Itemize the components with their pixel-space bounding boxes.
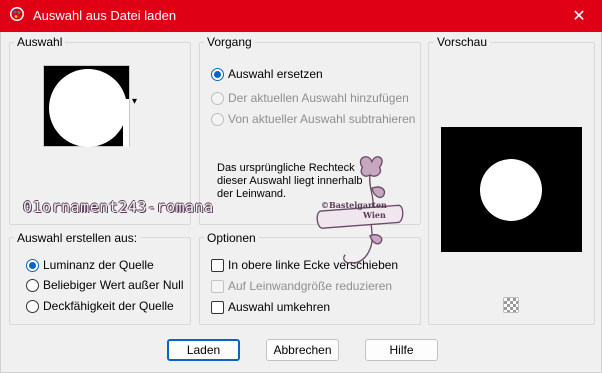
preview-canvas (441, 127, 582, 252)
chevron-down-icon[interactable]: ▾ (132, 96, 137, 107)
checkbox-box (211, 300, 224, 314)
radio-dot (211, 67, 224, 81)
stamp-text-line2: Wien (363, 210, 386, 220)
radio-auswahl-hinzufuegen[interactable]: Der aktuellen Auswahl hinzufügen (211, 91, 409, 105)
check-auswahl-umkehren[interactable]: Auswahl umkehren (211, 300, 330, 314)
radio-dot (211, 112, 224, 126)
radio-dot (26, 278, 39, 292)
radio-label: Von aktueller Auswahl subtrahieren (228, 112, 416, 126)
radio-auswahl-subtrahieren[interactable]: Von aktueller Auswahl subtrahieren (211, 112, 415, 126)
stamp-text-line1: ©Bastelgarten (321, 200, 387, 210)
radio-luminanz[interactable]: Luminanz der Quelle (26, 258, 154, 272)
close-button[interactable]: ✕ (556, 0, 602, 32)
radio-dot (211, 91, 224, 105)
hilfe-button[interactable]: Hilfe (365, 339, 438, 361)
checkbox-label: Auf Leinwandgröße reduzieren (228, 279, 393, 293)
abbrechen-button[interactable]: Abbrechen (266, 339, 339, 361)
thumbnail-white-circle (49, 69, 127, 147)
selection-thumbnail[interactable] (43, 65, 130, 147)
checkbox-label: Auswahl umkehren (228, 300, 331, 314)
check-leinwandgroesse[interactable]: Auf Leinwandgröße reduzieren (211, 279, 392, 293)
auswahl-legend: Auswahl (14, 35, 66, 49)
preview-white-circle (480, 159, 542, 221)
radio-dot (26, 258, 39, 272)
radio-auswahl-ersetzen[interactable]: Auswahl ersetzen (211, 67, 323, 81)
radio-dot (26, 299, 39, 313)
radio-label: Auswahl ersetzen (228, 67, 323, 81)
vorgang-legend: Vorgang (204, 35, 255, 49)
radio-beliebiger-wert[interactable]: Beliebiger Wert außer Null (26, 278, 184, 292)
radio-deckfaehigkeit[interactable]: Deckfähigkeit der Quelle (26, 299, 174, 313)
window-title: Auswahl aus Datei laden (33, 8, 177, 23)
dialog-body: Auswahl ▾ Vorgang Auswahl ersetzen Der a… (0, 32, 602, 373)
laden-button[interactable]: Laden (167, 339, 240, 361)
watermark-text: 01ornament243-romana (23, 198, 214, 216)
erstellen-legend: Auswahl erstellen aus: (14, 231, 141, 245)
checkerboard-icon[interactable] (503, 297, 519, 313)
vorschau-legend: Vorschau (434, 35, 491, 49)
radio-label: Deckfähigkeit der Quelle (43, 299, 174, 313)
radio-label: Der aktuellen Auswahl hinzufügen (228, 91, 409, 105)
flower-stamp-icon (316, 156, 404, 264)
thumbnail-white-right-strip (123, 99, 129, 147)
close-icon: ✕ (572, 8, 586, 25)
title-bar: Auswahl aus Datei laden ✕ (0, 0, 602, 32)
checkbox-box (211, 279, 224, 293)
checkbox-box (211, 258, 224, 272)
psp-palette-icon (10, 7, 24, 21)
radio-label: Luminanz der Quelle (43, 258, 154, 272)
radio-label: Beliebiger Wert außer Null (43, 278, 184, 292)
optionen-legend: Optionen (204, 231, 259, 245)
